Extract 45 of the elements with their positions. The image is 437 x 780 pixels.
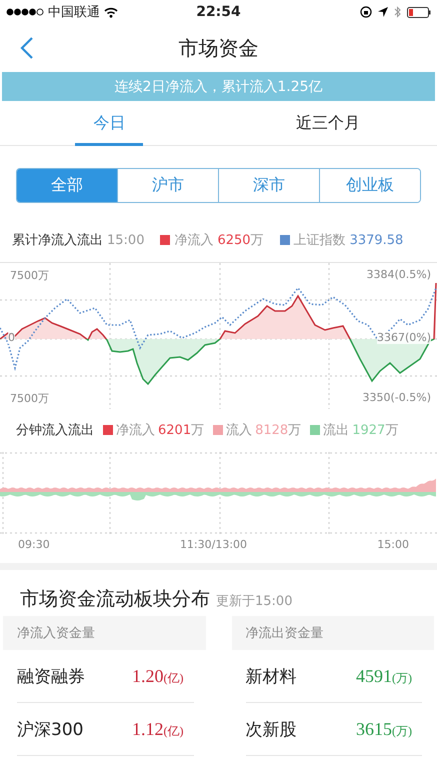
bluetooth-icon (394, 6, 401, 18)
legend-label: 流入 (226, 422, 252, 439)
legend-label: 流出 (323, 422, 350, 439)
signal-icon (6, 8, 44, 16)
axis-label: 3384(0.5%) (366, 268, 431, 281)
legend-label: 上证指数 (294, 232, 346, 249)
location-icon (378, 7, 388, 17)
legend-label: 净流入 (174, 232, 214, 249)
summary-banner: 连续2日净流入，累计流入1.25亿 (2, 72, 435, 101)
axis-label: 7500万 (10, 391, 49, 406)
carrier: 中国联通 (48, 4, 100, 21)
sector-amount: 1.20(亿) (132, 666, 184, 686)
sector-name[interactable]: 融资融券 (17, 664, 85, 688)
chart-title: 分钟流入流出 (16, 422, 94, 439)
column-header: 净流入资金量 (3, 616, 206, 650)
legend-value: 3379.58 (350, 232, 404, 248)
axis-label: 3367(0%) (376, 331, 431, 344)
chart-time: 15:00 (107, 232, 144, 248)
legend-value: 6250万 (217, 232, 264, 249)
battery-icon (406, 6, 431, 18)
axis-label: 09:30 (18, 538, 50, 553)
back-icon[interactable] (20, 37, 34, 59)
sector-amount: 3615(万) (356, 718, 413, 740)
axis-label: 0 (8, 331, 15, 344)
clock: 22:54 (196, 4, 241, 20)
sector-name[interactable]: 次新股 (246, 718, 296, 740)
sector-name[interactable]: 新材料 (246, 664, 296, 688)
column-header: 净流出资金量 (232, 616, 434, 650)
section-title: 市场资金流动板块分布 (20, 587, 210, 612)
chart-title: 累计净流入流出 (12, 232, 103, 249)
axis-label: 7500万 (10, 268, 49, 283)
sector-amount: 1.12(亿) (132, 718, 184, 740)
axis-label: 11:30/13:00 (180, 538, 248, 553)
update-time: 更新于15:00 (216, 593, 292, 610)
axis-label: 15:00 (377, 538, 409, 553)
legend-value: 1927万 (352, 422, 398, 439)
axis-label: 3350(-0.5%) (362, 391, 431, 404)
sector-amount: 4591(万) (356, 666, 413, 686)
wifi-icon (104, 6, 118, 18)
legend-value: 6201万 (158, 422, 204, 439)
period-tab[interactable]: 近三个月 (218, 101, 437, 145)
sector-name[interactable]: 沪深300 (17, 718, 84, 740)
page-title: 市场资金 (178, 34, 258, 62)
legend-value: 8128万 (255, 422, 302, 439)
legend-label: 净流入 (116, 422, 155, 439)
